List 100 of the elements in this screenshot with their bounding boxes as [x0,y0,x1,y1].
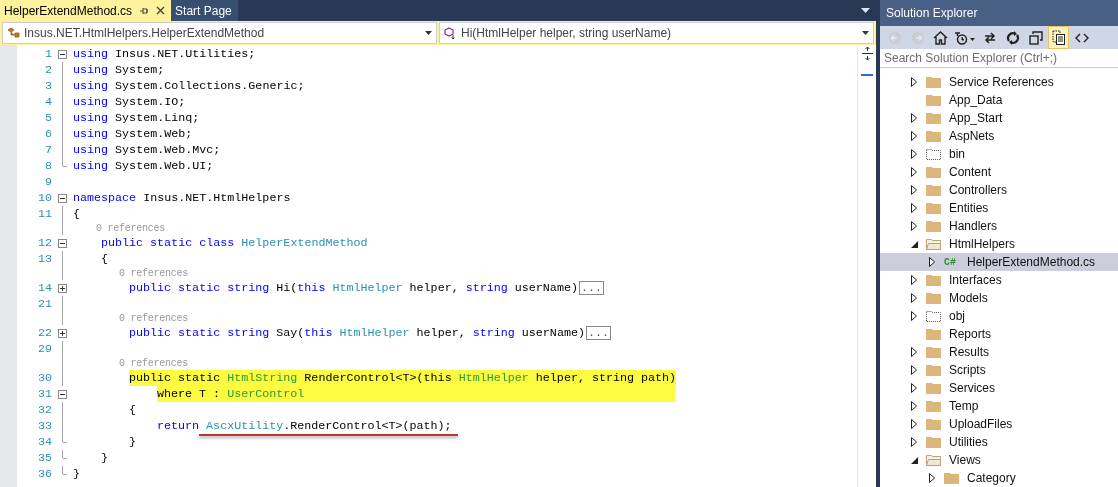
home-icon [933,30,948,45]
folder-icon [926,436,941,448]
document-tab[interactable]: Start Page [171,0,238,21]
tree-item[interactable]: C# HelperExtendMethod.cs [880,253,1118,271]
line-number: 35 [36,451,52,465]
folder-icon [926,94,941,106]
tree-item[interactable]: Scripts [880,361,1118,379]
line-number: 14 [36,281,52,295]
line-number: 33 [36,419,52,433]
folder-icon [926,202,941,214]
expand-icon[interactable] [58,328,67,338]
folder-icon [926,130,941,142]
toolbar-button[interactable] [1048,26,1069,49]
tree-item[interactable]: App_Start [880,109,1118,127]
tree-item[interactable]: Category [880,469,1118,487]
tree-item[interactable]: AspNets [880,127,1118,145]
tree-item[interactable]: Reports [880,325,1118,343]
collapse-icon[interactable] [58,389,67,399]
line-number: 13 [36,252,52,266]
tree-item[interactable]: App_Data [880,91,1118,109]
expand-icon[interactable] [58,283,67,293]
code-line: } [101,450,108,466]
collapse-all-icon [1028,30,1043,45]
split-icon[interactable] [861,47,873,60]
code-line: { [73,206,80,222]
member-dropdown[interactable]: Hi(HtmlHelper helper, string userName) [439,22,874,44]
line-number: 36 [36,467,52,481]
collapse-icon[interactable] [58,49,67,59]
line-number: 31 [36,387,52,401]
folder-icon [926,76,941,88]
tree-item[interactable]: Service References [880,73,1118,91]
folder-icon [926,328,941,340]
code-line: public static string Say(this HtmlHelper helper, string userName) [129,325,585,341]
line-number: 12 [36,236,52,250]
expand-arrow-icon[interactable] [911,77,917,87]
tree-item[interactable]: Controllers [880,181,1118,199]
collapsed-block[interactable]: ... [578,281,604,295]
tree-item[interactable]: Results [880,343,1118,361]
clock-icon [954,30,976,45]
line-number: 9 [44,175,52,189]
files-icon [1051,29,1066,46]
tree-item[interactable]: HtmlHelpers [880,235,1118,253]
folder-icon [926,166,941,178]
line-number: 11 [36,207,52,221]
forward-icon [910,30,925,45]
expand-arrow-icon[interactable] [929,473,935,483]
code-line: using System; [73,62,165,78]
collapsed-block[interactable]: ... [585,326,611,340]
dashed-folder-icon [926,148,941,160]
open-folder-icon [926,454,941,466]
tree-item[interactable]: Content [880,163,1118,181]
line-number: 29 [36,342,52,356]
line-number: 3 [44,79,52,93]
folder-icon [926,184,941,196]
folder-icon [926,400,941,412]
line-number: 10 [36,191,52,205]
line-number: 22 [36,326,52,340]
tree-item[interactable]: bin [880,145,1118,163]
code-icon [1074,32,1089,43]
expand-arrow-icon[interactable] [929,257,935,267]
collapse-arrow-icon[interactable] [910,240,918,248]
collapse-icon[interactable] [58,193,67,203]
tree-item[interactable]: Utilities [880,433,1118,451]
line-number: 6 [44,127,52,141]
tree-item[interactable]: UploadFiles [880,415,1118,433]
folder-icon [926,382,941,394]
open-folder-icon [926,238,941,250]
folder-icon [926,220,941,232]
tree-item[interactable]: obj [880,307,1118,325]
code-line: using System.Web.Mvc; [73,142,221,158]
csharp-file-icon: C# [944,256,961,268]
refresh-icon [1005,30,1020,45]
close-icon[interactable] [156,6,166,15]
document-tab[interactable]: HelperExtendMethod.cs [0,0,172,21]
dropdown-icon[interactable] [861,8,870,13]
tree-item[interactable]: Handlers [880,217,1118,235]
tree-item[interactable]: Interfaces [880,271,1118,289]
tree-item[interactable]: Entities [880,199,1118,217]
pin-icon[interactable] [139,5,150,16]
line-number: 8 [44,159,52,173]
collapse-arrow-icon[interactable] [910,456,918,464]
line-number: 7 [44,143,52,157]
search-field[interactable]: Search Solution Explorer (Ctrl+;) [880,49,1118,68]
code-line: using System.Collections.Generic; [73,78,305,94]
tree-item[interactable]: Temp [880,397,1118,415]
code-line: using System.Web; [73,126,193,142]
sync-icon [982,31,997,44]
collapse-icon[interactable] [58,238,67,248]
code-line: { [101,251,108,267]
dashed-folder-icon [926,310,941,322]
line-number: 32 [36,403,52,417]
code-line: } [73,466,80,482]
tree-item[interactable]: Views [880,451,1118,469]
vertical-scrollbar[interactable] [857,45,876,487]
tree-item[interactable]: Models [880,289,1118,307]
line-number: 21 [36,297,52,311]
code-line: namespace Insus.NET.HtmlHelpers [73,190,291,206]
tree-item[interactable]: Services [880,379,1118,397]
line-number: 2 [44,63,52,77]
type-dropdown[interactable]: Insus.NET.HtmlHelpers.HelperExtendMethod [2,22,437,44]
